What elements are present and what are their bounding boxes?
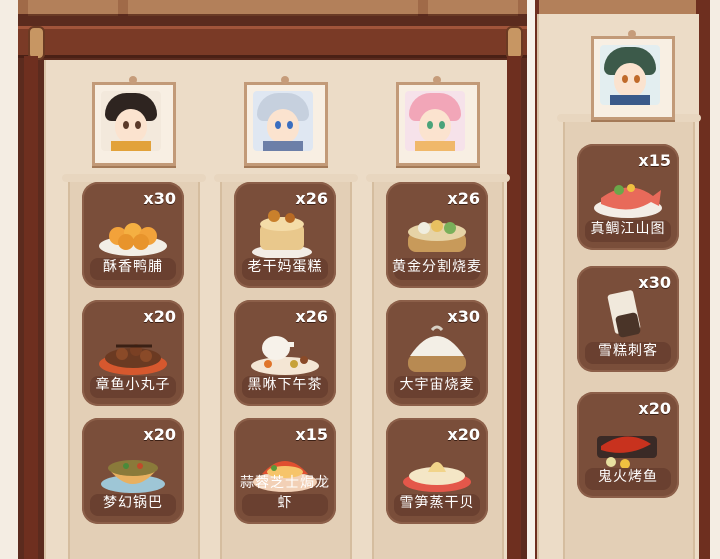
character-portrait[interactable] [92, 76, 176, 166]
recipe-card[interactable]: x26 黄金分割烧麦 [386, 182, 488, 288]
character-portrait[interactable] [396, 76, 480, 166]
recipe-card[interactable]: x30 雪糕刺客 [577, 266, 679, 372]
wooden-beam [18, 26, 527, 58]
recipe-card[interactable]: x20 梦幻锅巴 [82, 418, 184, 524]
recipe-name: 老干妈蛋糕 [247, 259, 323, 275]
ice-cream-icon [607, 290, 641, 338]
recipe-name: 黑咻下午茶 [247, 377, 323, 393]
recipe-card[interactable]: x30 酥香鸭脯 [82, 182, 184, 288]
recipe-card[interactable]: x26 黑咻下午茶 [234, 300, 336, 406]
sea-bream-platter-icon [594, 184, 662, 218]
recipe-name: 雪笋蒸干贝 [399, 495, 475, 511]
recipe-panel-right: x15 真鲷江山图 x30 雪糕刺客 x20 鬼火烤鱼 [535, 0, 710, 559]
catgirl-character-portrait-icon [101, 91, 161, 151]
top-frame [535, 0, 710, 16]
recipe-name: 雪糕刺客 [598, 343, 658, 359]
crispy-rice-bowl-icon [101, 460, 165, 493]
recipe-name: 大宇宙烧麦 [399, 377, 475, 393]
recipe-panel-left: x30 酥香鸭脯 x20 章鱼小丸子 x20 梦幻锅巴 x26 老干妈蛋糕 x2… [18, 0, 527, 559]
recipe-name: 章鱼小丸子 [95, 377, 171, 393]
character-portrait[interactable] [591, 30, 675, 120]
recipe-name: 黄金分割烧麦 [392, 259, 482, 275]
recipe-card[interactable]: x15 蒜蓉芝士焗龙虾 [234, 418, 336, 524]
right-edge-strip [710, 0, 720, 559]
top-frame [18, 0, 527, 16]
recipe-card[interactable]: x20 章鱼小丸子 [82, 300, 184, 406]
cake-icon [252, 210, 312, 259]
character-portrait[interactable] [244, 76, 328, 166]
silver-hair-character-portrait-icon [253, 91, 313, 151]
panel-gap [527, 0, 535, 559]
recipe-name: 蒜蓉芝士焗龙虾 [240, 475, 330, 511]
giant-bun-steamer-icon [408, 325, 466, 372]
recipe-name: 真鲷江山图 [590, 221, 666, 237]
recipe-card[interactable]: x30 大宇宙烧麦 [386, 300, 488, 406]
takoyaki-plate-icon [99, 344, 167, 375]
green-hair-character-portrait-icon [600, 45, 660, 105]
recipe-card[interactable]: x15 真鲷江山图 [577, 144, 679, 250]
grilled-fish-icon [597, 436, 657, 469]
recipe-card[interactable]: x20 鬼火烤鱼 [577, 392, 679, 498]
recipe-name: 酥香鸭脯 [103, 259, 163, 275]
dumplings-plate-icon [99, 223, 167, 256]
shaomai-steamer-icon [408, 220, 466, 252]
recipe-card[interactable]: x26 老干妈蛋糕 [234, 182, 336, 288]
beam-knob-left [28, 26, 45, 60]
pink-hair-character-portrait-icon [405, 91, 465, 151]
frame-post-right [507, 56, 521, 559]
recipe-name: 梦幻锅巴 [103, 495, 163, 511]
scallop-dish-icon [403, 462, 471, 492]
recipe-name: 鬼火烤鱼 [598, 469, 658, 485]
recipe-card[interactable]: x20 雪笋蒸干贝 [386, 418, 488, 524]
left-edge-strip [0, 0, 18, 559]
beam-knob-right [506, 26, 523, 60]
afternoon-tea-icon [251, 336, 319, 375]
frame-post-left [24, 56, 38, 559]
